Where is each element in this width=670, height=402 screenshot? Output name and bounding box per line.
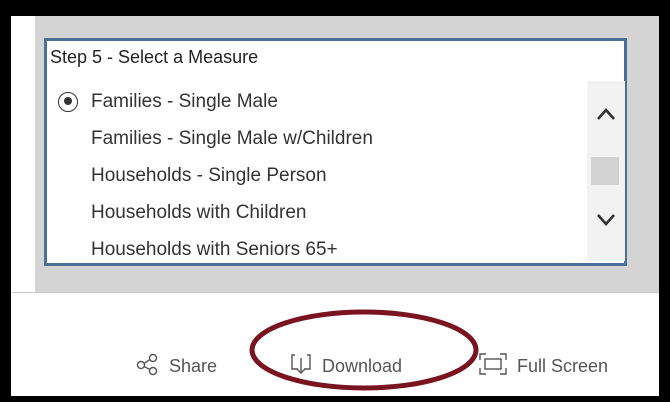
measure-options-list: Families - Single Male Families - Single…	[58, 83, 578, 268]
radio-button-selected[interactable]	[58, 91, 78, 112]
fullscreen-icon	[478, 352, 508, 381]
radio-button[interactable]	[58, 128, 78, 149]
measure-list-scrollbar[interactable]	[587, 81, 625, 261]
radio-button[interactable]	[58, 202, 78, 223]
share-button[interactable]: Share	[136, 353, 217, 379]
screenshot-frame: Step 5 - Select a Measure Families - Sin…	[0, 0, 670, 402]
measure-option-households-with-seniors[interactable]: Households with Seniors 65+	[58, 231, 578, 268]
scrollbar-thumb[interactable]	[591, 157, 619, 185]
measure-option-households-single-person[interactable]: Households - Single Person	[58, 157, 578, 194]
left-white-strip	[11, 16, 35, 104]
download-button[interactable]: Download	[289, 353, 402, 379]
measure-option-label: Households with Seniors 65+	[91, 238, 338, 260]
download-label: Download	[322, 355, 403, 376]
measure-option-families-single-male-children[interactable]: Families - Single Male w/Children	[58, 120, 578, 157]
share-label: Share	[169, 355, 218, 376]
chevron-down-icon[interactable]	[587, 205, 625, 235]
download-icon	[289, 352, 313, 381]
chevron-up-icon[interactable]	[587, 99, 625, 129]
measure-option-label: Families - Single Male w/Children	[91, 127, 373, 149]
measure-selector: Step 5 - Select a Measure Families - Sin…	[44, 38, 627, 266]
share-icon	[136, 352, 160, 381]
measure-option-households-with-children[interactable]: Households with Children	[58, 194, 578, 231]
radio-button[interactable]	[58, 239, 78, 260]
measure-option-label: Households - Single Person	[91, 164, 327, 186]
measure-selector-title: Step 5 - Select a Measure	[50, 47, 259, 67]
fullscreen-button[interactable]: Full Screen	[478, 352, 609, 381]
measure-option-families-single-male[interactable]: Families - Single Male	[58, 83, 578, 120]
measure-option-label: Families - Single Male	[91, 90, 278, 112]
fullscreen-label: Full Screen	[517, 355, 609, 376]
viz-toolbar: Share Download Full Screen	[11, 293, 659, 396]
radio-button[interactable]	[58, 165, 78, 186]
measure-option-label: Households with Children	[91, 201, 307, 223]
